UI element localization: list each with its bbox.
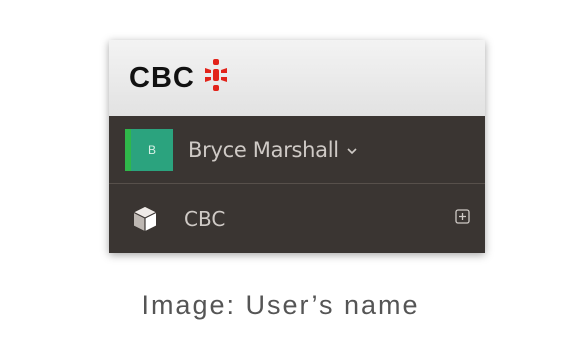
chevron-down-icon <box>347 147 357 154</box>
avatar: B <box>125 128 173 171</box>
cbc-gem-icon <box>204 59 227 91</box>
plus-square-icon[interactable] <box>455 209 470 224</box>
user-menu-button[interactable]: B Bryce Marshall <box>109 116 485 184</box>
avatar-initial: B <box>131 128 173 171</box>
user-name: Bryce Marshall <box>188 137 339 162</box>
sidebar-panel: CBC B Bryce Marshall CBC <box>109 40 485 253</box>
stage: CBC B Bryce Marshall CBC Image: User’s n… <box>0 0 561 361</box>
nav-item-label: CBC <box>184 206 226 231</box>
cube-icon <box>133 206 157 231</box>
nav-item-cbc[interactable]: CBC <box>109 184 485 253</box>
brand-header[interactable]: CBC <box>109 40 485 116</box>
brand-logo-text: CBC <box>129 61 195 94</box>
image-caption: Image: User’s name <box>141 290 420 320</box>
